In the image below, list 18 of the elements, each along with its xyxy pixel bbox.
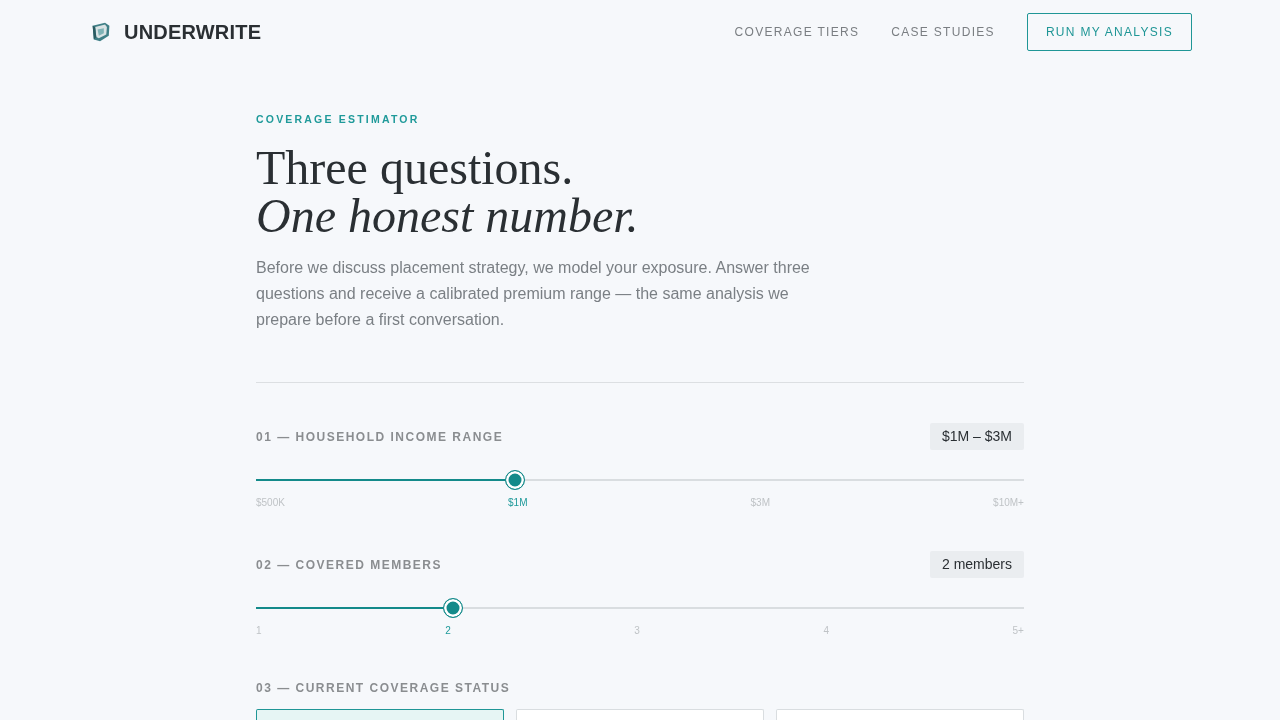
logo-icon <box>92 22 110 42</box>
question-label: 02 — COVERED MEMBERS <box>256 557 443 572</box>
value-chip: 2 members <box>929 551 1024 578</box>
nav-link[interactable]: COVERAGE TIERS <box>734 25 860 39</box>
run-analysis-button[interactable]: RUN MY ANALYSIS <box>1026 13 1192 51</box>
tick-label[interactable]: $1M <box>508 497 528 509</box>
nav-link[interactable]: CASE STUDIES <box>891 25 995 39</box>
slider-handle[interactable] <box>504 470 525 490</box>
tick-label[interactable]: 2 <box>445 625 451 637</box>
section-eyebrow: COVERAGE ESTIMATOR <box>256 112 421 126</box>
description: Before we discuss placement strategy, we model your exposure. Answer three questions and receive a calibrated premium range — the same analysis we prepare before a first conversation. <box>256 258 811 330</box>
value-chip: $1M – $3M <box>929 423 1024 450</box>
question-label: 01 — HOUSEHOLD INCOME RANGE <box>256 429 504 444</box>
headline: Three questions. <box>256 144 574 192</box>
option-card[interactable] <box>256 709 504 720</box>
question-label: 03 — CURRENT COVERAGE STATUS <box>256 681 511 695</box>
slider-handle[interactable] <box>442 598 463 618</box>
brand-name: UNDERWRITE <box>124 20 262 44</box>
